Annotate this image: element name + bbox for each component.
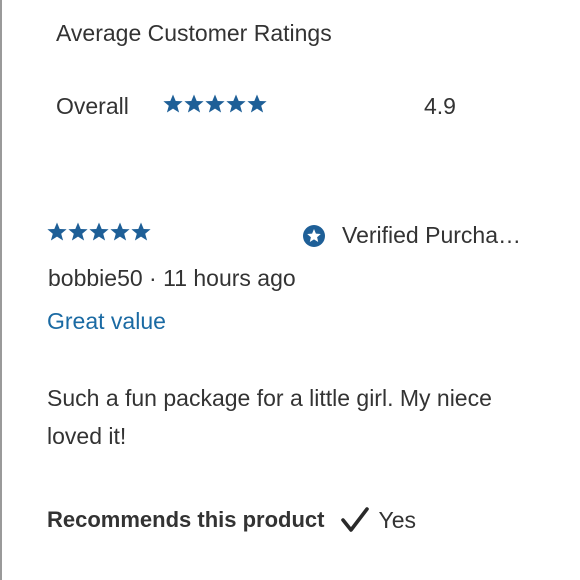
star-icon (46, 221, 68, 243)
review-star-rating (46, 221, 151, 243)
star-icon (67, 221, 89, 243)
review-time: 11 hours ago (163, 265, 296, 291)
star-icon (183, 93, 205, 115)
star-icon (88, 221, 110, 243)
star-icon (109, 221, 131, 243)
separator: · (149, 265, 157, 291)
recommends-value: Yes (378, 506, 417, 533)
recommends-row: Recommends this product Yes (47, 505, 416, 535)
average-ratings-title: Average Customer Ratings (56, 20, 332, 46)
verified-purchase-badge: Verified Purcha… (302, 222, 521, 249)
checkmark-icon (340, 505, 370, 535)
verified-badge-icon (302, 224, 326, 248)
star-icon (130, 221, 152, 243)
left-border (0, 0, 2, 580)
star-icon (246, 93, 268, 115)
overall-label: Overall (56, 93, 129, 119)
verified-purchase-text: Verified Purcha… (342, 222, 521, 248)
star-icon (204, 93, 226, 115)
star-icon (225, 93, 247, 115)
overall-score: 4.9 (424, 93, 456, 119)
reviewer-name: bobbie50 (48, 265, 143, 291)
overall-star-rating (162, 93, 267, 115)
recommends-label: Recommends this product (47, 507, 325, 532)
review-title: Great value (47, 308, 166, 334)
review-body: Such a fun package for a little girl. My… (47, 385, 492, 449)
star-icon (162, 93, 184, 115)
reviewer-info: bobbie50 · 11 hours ago (48, 265, 296, 292)
